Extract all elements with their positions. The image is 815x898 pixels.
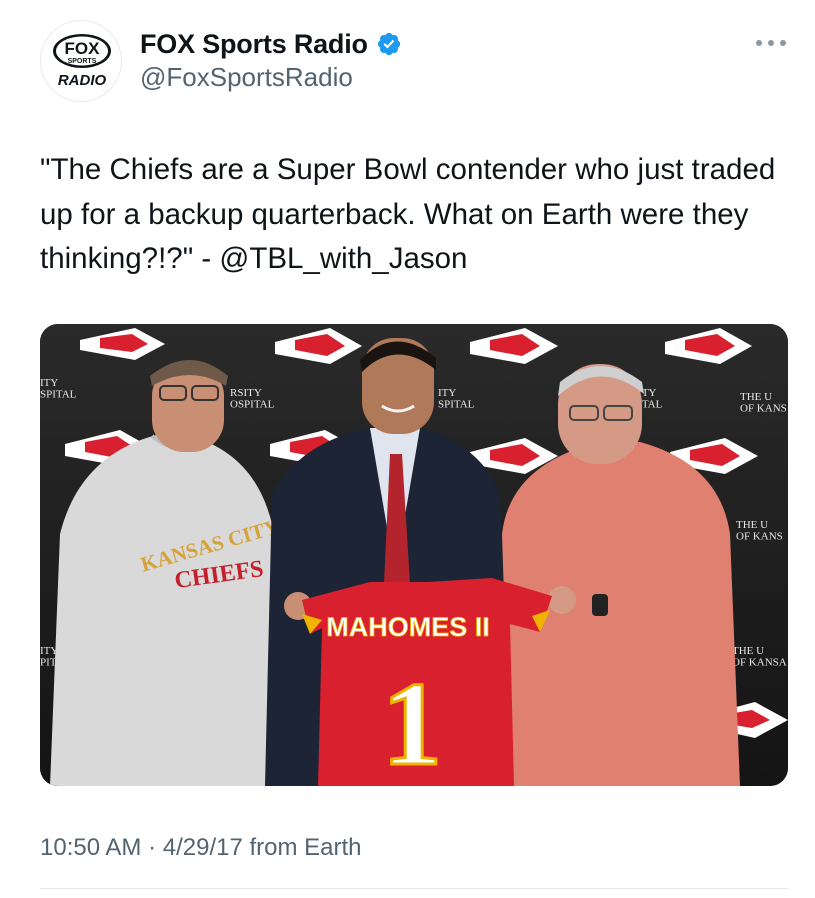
logo-fox-text: FOX (65, 39, 101, 58)
tweet-time[interactable]: 10:50 AM (40, 834, 141, 861)
tweet-photo[interactable]: ITYSPITAL RSITYOSPITAL ITYSPITAL ERSITYO… (40, 324, 788, 786)
jersey-number: 1 (382, 657, 442, 786)
author-handle[interactable]: @FoxSportsRadio (140, 62, 353, 93)
hand (548, 586, 576, 614)
author-name-row: FOX Sports Radio (140, 26, 402, 62)
tweet-date[interactable]: 4/29/17 (163, 834, 243, 861)
tweet-source: from Earth (249, 834, 362, 861)
logo-radio-text: RADIO (58, 72, 107, 89)
avatar[interactable]: FOX SPORTS RADIO (40, 20, 122, 102)
tweet-header: FOX SPORTS RADIO FOX Sports Radio @FoxSp… (40, 20, 788, 102)
press-conference-photo: ITYSPITAL RSITYOSPITAL ITYSPITAL ERSITYO… (40, 324, 788, 786)
logo-sports-text: SPORTS (68, 58, 97, 65)
fox-sports-radio-logo: FOX SPORTS RADIO (53, 34, 111, 89)
tweet-text: "The Chiefs are a Super Bowl contender w… (40, 153, 776, 275)
more-horizontal-icon[interactable] (754, 34, 788, 52)
divider (40, 888, 788, 889)
tweet-meta: 10:50 AM · 4/29/17 from Earth (40, 834, 362, 862)
verified-badge-icon[interactable] (376, 31, 402, 57)
jersey-name: MAHOMES II (326, 612, 490, 642)
author-display-name[interactable]: FOX Sports Radio (140, 29, 368, 60)
meta-separator: · (148, 834, 157, 861)
